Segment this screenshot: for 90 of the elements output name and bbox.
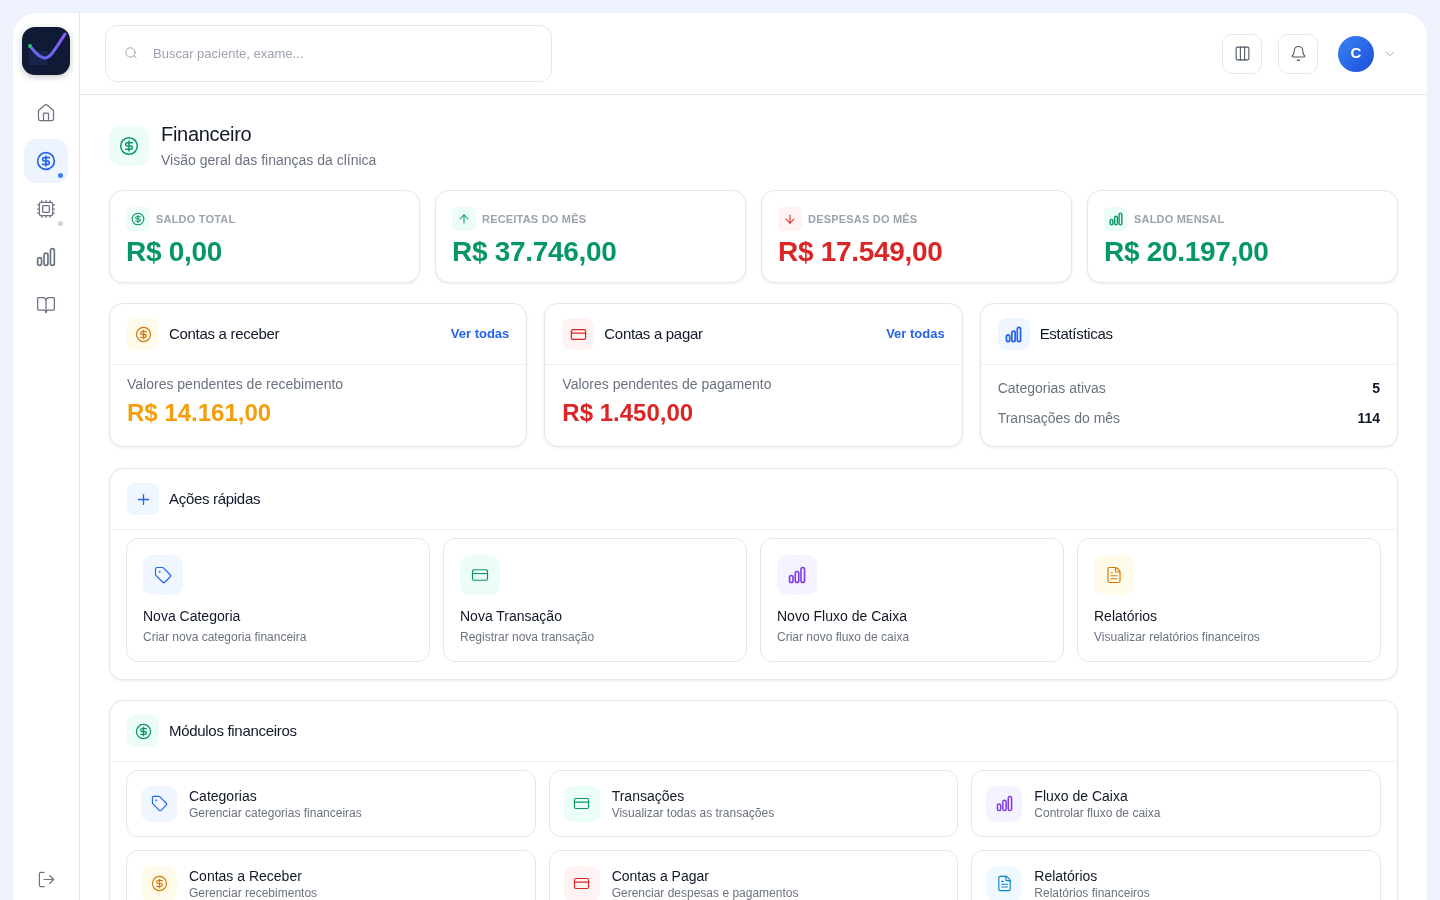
- search-icon: [124, 46, 138, 60]
- stat-value: R$ 0,00: [126, 235, 223, 269]
- section-title: Ações rápidas: [169, 489, 261, 509]
- card-title: Contas a pagar: [604, 324, 703, 344]
- action-title: Nova Categoria: [143, 607, 241, 626]
- stat-label: RECEITAS DO MÊS: [482, 212, 587, 226]
- module-description: Gerenciar despesas e pagamentos: [611, 884, 799, 900]
- dollar-icon: [127, 318, 159, 350]
- stat-label: DESPESAS DO MÊS: [808, 212, 918, 226]
- dollar-icon: [141, 865, 177, 900]
- credit-card-icon: [563, 785, 600, 822]
- module-title: Contas a Pagar: [611, 866, 710, 885]
- action-title: Relatórios: [1094, 607, 1158, 626]
- module-description: Visualizar todas as transações: [611, 804, 775, 821]
- document-icon: [986, 865, 1023, 900]
- module-description: Gerenciar recebimentos: [189, 884, 318, 900]
- arrow-up-icon: [452, 207, 476, 231]
- quick-action-card[interactable]: Relatórios Visualizar relatórios financeiros: [1077, 538, 1381, 662]
- section-title: Módulos financeiros: [169, 721, 297, 741]
- module-title: Contas a Receber: [189, 866, 303, 885]
- search-field[interactable]: Buscar paciente, exame...: [105, 25, 552, 82]
- quick-action-card[interactable]: Nova Transação Registrar nova transação: [443, 538, 747, 662]
- quick-action-card[interactable]: Nova Categoria Criar nova categoria financeira: [126, 538, 430, 662]
- bar-chart-icon: [1104, 207, 1128, 231]
- logo-icon: [22, 27, 70, 75]
- notifications-button[interactable]: [1278, 33, 1318, 74]
- module-card[interactable]: Relatórios Relatórios financeiros: [971, 850, 1381, 900]
- tag-icon: [141, 785, 177, 822]
- credit-card-icon: [562, 318, 595, 350]
- module-card[interactable]: Categorias Gerenciar categorias financeiras: [126, 770, 536, 837]
- action-description: Visualizar relatórios financeiros: [1094, 629, 1260, 645]
- action-title: Novo Fluxo de Caixa: [777, 607, 907, 626]
- page-subtitle: Visão geral das finanças da clínica: [161, 151, 377, 170]
- credit-card-icon: [460, 555, 500, 595]
- amount-caption: Valores pendentes de pagamento: [562, 375, 773, 394]
- amount-value: R$ 14.161,00: [127, 398, 273, 428]
- stat-label: SALDO MENSAL: [1134, 212, 1225, 226]
- module-card[interactable]: Fluxo de Caixa Controlar fluxo de caixa: [971, 770, 1381, 837]
- user-avatar[interactable]: C: [1338, 35, 1374, 72]
- action-description: Registrar nova transação: [460, 629, 595, 645]
- logout-icon: [36, 869, 56, 889]
- action-description: Criar novo fluxo de caixa: [777, 629, 910, 645]
- module-card[interactable]: Transações Visualizar todas as transações: [548, 770, 959, 837]
- dollar-icon: [127, 715, 159, 747]
- columns-button[interactable]: [1222, 33, 1262, 74]
- dollar-icon: [109, 125, 149, 166]
- module-description: Gerenciar categorias financeiras: [189, 804, 362, 821]
- home-icon: [36, 103, 56, 123]
- stat-value: R$ 37.746,00: [452, 235, 618, 269]
- columns-icon: [1233, 45, 1251, 62]
- bar-chart-icon: [997, 318, 1030, 350]
- view-all-link[interactable]: Ver todas: [886, 324, 945, 344]
- module-title: Relatórios: [1034, 866, 1099, 885]
- tag-icon: [143, 555, 183, 595]
- card-title: Contas a receber: [169, 324, 280, 344]
- stat-row-value: 5: [1372, 379, 1380, 398]
- chip-icon: [36, 199, 56, 219]
- module-title: Categorias: [189, 786, 258, 805]
- quick-action-card[interactable]: Novo Fluxo de Caixa Criar novo fluxo de caixa: [760, 538, 1064, 662]
- plus-icon: [127, 483, 159, 515]
- stat-row-value: 114: [1357, 409, 1380, 428]
- stat-label: SALDO TOTAL: [156, 212, 236, 226]
- action-title: Nova Transação: [460, 607, 562, 626]
- module-description: Controlar fluxo de caixa: [1034, 804, 1161, 821]
- action-description: Criar nova categoria financeira: [143, 629, 307, 645]
- credit-card-icon: [563, 865, 600, 900]
- sidebar-item[interactable]: [24, 139, 68, 183]
- module-title: Fluxo de Caixa: [1034, 786, 1129, 805]
- bar-chart-icon: [36, 247, 56, 267]
- arrow-down-icon: [778, 207, 802, 231]
- bar-chart-icon: [986, 785, 1023, 822]
- page-title: Financeiro: [161, 122, 253, 147]
- document-icon: [1094, 555, 1134, 595]
- card-title: Estatísticas: [1039, 324, 1113, 344]
- module-title: Transações: [611, 786, 686, 805]
- stat-row-label: Transações do mês: [997, 409, 1121, 428]
- amount-value: R$ 1.450,00: [562, 398, 695, 428]
- bell-icon: [1289, 45, 1307, 62]
- stat-value: R$ 20.197,00: [1104, 235, 1270, 269]
- dollar-icon: [36, 151, 56, 171]
- module-card[interactable]: Contas a Pagar Gerenciar despesas e pagamentos: [548, 850, 959, 900]
- book-icon: [36, 295, 56, 315]
- module-card[interactable]: Contas a Receber Gerenciar recebimentos: [126, 850, 536, 900]
- dollar-icon: [126, 207, 150, 231]
- bar-chart-icon: [777, 555, 817, 595]
- module-description: Relatórios financeiros: [1034, 884, 1150, 900]
- view-all-link[interactable]: Ver todas: [450, 324, 510, 344]
- stat-row-label: Categorias ativas: [997, 379, 1106, 398]
- stat-value: R$ 17.549,00: [778, 235, 944, 269]
- amount-caption: Valores pendentes de recebimento: [127, 375, 345, 394]
